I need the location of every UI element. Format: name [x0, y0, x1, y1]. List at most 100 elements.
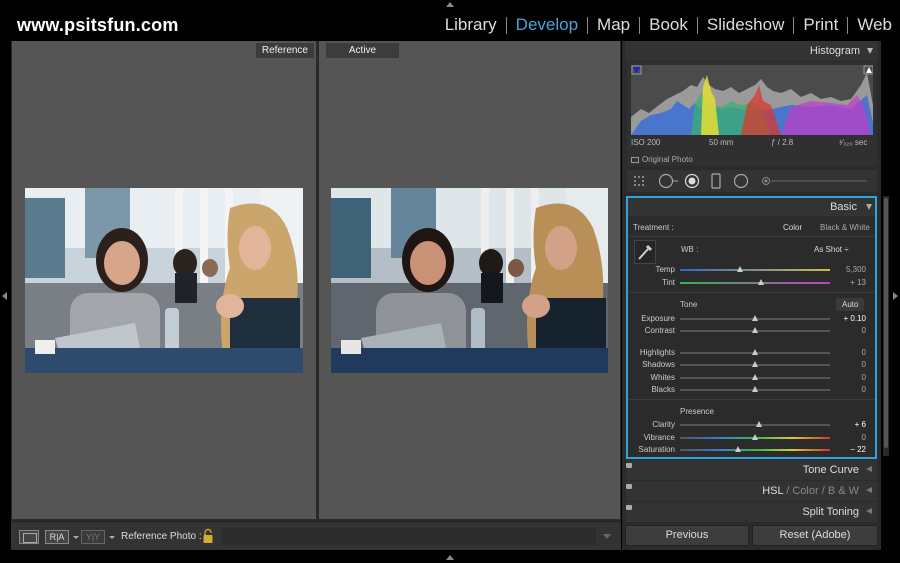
blacks-label: Blacks — [651, 385, 675, 394]
chevron-down-icon[interactable] — [109, 536, 115, 539]
aperture-value: ƒ / 2.8 — [771, 138, 794, 147]
whites-slider-knob[interactable] — [751, 374, 758, 380]
histogram-title: Histogram — [809, 45, 860, 57]
presence-label: Presence — [680, 407, 714, 416]
blacks-slider-knob[interactable] — [751, 386, 758, 392]
triangle-left-icon — [866, 466, 872, 472]
temp-slider-knob[interactable] — [736, 266, 743, 272]
photo-icon — [631, 156, 639, 163]
hsl-tabs: HSL / Color / B & W — [762, 485, 859, 497]
whites-value[interactable]: 0 — [826, 373, 866, 382]
panel-toggle-icon[interactable] — [626, 463, 632, 468]
histogram-panel: ISO 200 50 mm ƒ / 2.8 ¹⁄₃₂₀ sec Original… — [627, 62, 877, 166]
saturation-slider-track[interactable] — [680, 449, 830, 451]
reference-pane[interactable]: Reference — [12, 41, 316, 519]
clarity-slider-track[interactable] — [680, 424, 830, 426]
treatment-bw-button[interactable]: Black & White — [820, 223, 870, 232]
tint-slider-knob[interactable] — [757, 279, 764, 285]
loupe-view-button[interactable] — [19, 530, 39, 544]
treatment-color-button[interactable]: Color — [783, 223, 802, 232]
active-pane[interactable]: Active — [319, 41, 620, 519]
tool-strip — [627, 170, 877, 192]
reference-active-view-button[interactable]: R|A — [45, 530, 69, 544]
clarity-slider-knob[interactable] — [756, 421, 762, 427]
collapse-right-panel-icon[interactable] — [893, 292, 898, 300]
module-map[interactable]: Map — [588, 15, 639, 35]
tint-slider-track[interactable] — [680, 282, 830, 284]
exposure-value[interactable]: + 0.10 — [826, 314, 866, 323]
scrollbar-thumb[interactable] — [884, 198, 888, 448]
reference-label: Reference — [255, 43, 314, 58]
reference-photo-image — [25, 188, 303, 373]
reference-view-area: Reference Active R|A Y|Y Reference Photo… — [11, 41, 621, 550]
reference-photo — [25, 188, 303, 373]
contrast-slider-knob[interactable] — [751, 327, 758, 333]
saturation-slider-knob[interactable] — [735, 446, 741, 452]
tool-strip-icons — [634, 173, 867, 189]
triangle-left-icon — [866, 508, 872, 514]
highlights-slider-knob[interactable] — [751, 349, 758, 355]
basic-title: Basic — [830, 201, 857, 213]
lock-icon[interactable] — [202, 528, 214, 544]
collapse-bottom-panel-icon[interactable] — [446, 555, 454, 560]
contrast-value[interactable]: 0 — [826, 326, 866, 335]
split-toning-header[interactable]: Split Toning — [626, 502, 877, 522]
highlights-value[interactable]: 0 — [826, 348, 866, 357]
exposure-label: Exposure — [641, 314, 675, 323]
module-web[interactable]: Web — [848, 15, 892, 35]
view-toolbar: R|A Y|Y Reference Photo : — [11, 521, 621, 550]
lightroom-develop-window: www.psitsfun.com Library Develop Map Boo… — [0, 0, 900, 563]
active-photo — [331, 188, 608, 373]
hsl-tab[interactable]: HSL — [762, 485, 783, 497]
tone-curve-header[interactable]: Tone Curve — [626, 460, 877, 480]
shutter-value: ¹⁄₃₂₀ sec — [839, 138, 868, 147]
shadows-value[interactable]: 0 — [826, 360, 866, 369]
clarity-value[interactable]: + 6 — [826, 420, 866, 429]
module-print[interactable]: Print — [794, 15, 847, 35]
basic-header[interactable]: Basic — [628, 198, 875, 216]
triangle-down-icon — [867, 48, 873, 54]
whites-label: Whites — [650, 373, 675, 382]
reset-button[interactable]: Reset (Adobe) — [752, 525, 878, 546]
saturation-label: Saturation — [638, 445, 675, 454]
wb-select[interactable]: As Shot ÷ — [814, 245, 849, 254]
hsl-header[interactable]: HSL / Color / B & W — [626, 481, 877, 501]
collapse-top-panel-icon[interactable] — [446, 2, 454, 7]
before-after-view-button[interactable]: Y|Y — [81, 530, 105, 544]
tone-curve-title: Tone Curve — [802, 464, 859, 476]
toolbar-menu-icon[interactable] — [603, 534, 611, 539]
triangle-down-icon — [866, 204, 872, 210]
chevron-down-icon[interactable] — [73, 536, 79, 539]
tone-label: Tone — [680, 300, 698, 309]
vibrance-slider-knob[interactable] — [751, 434, 758, 440]
eyedropper-icon[interactable] — [634, 240, 656, 264]
exposure-slider-knob[interactable] — [751, 315, 758, 321]
bottom-buttons: Previous Reset (Adobe) — [622, 525, 881, 549]
module-book[interactable]: Book — [640, 15, 697, 35]
collapse-left-panel-icon[interactable] — [2, 292, 7, 300]
contrast-label: Contrast — [644, 326, 675, 335]
vibrance-value[interactable]: 0 — [826, 433, 866, 442]
wb-label: WB : — [681, 245, 699, 254]
panel-scrollbar[interactable] — [883, 196, 889, 456]
temp-slider-track[interactable] — [680, 269, 830, 271]
tint-value[interactable]: + 13 — [826, 278, 866, 287]
previous-button[interactable]: Previous — [625, 525, 749, 546]
temp-value[interactable]: 5,300 — [826, 265, 866, 274]
clarity-label: Clarity — [652, 420, 675, 429]
saturation-value[interactable]: − 22 — [826, 445, 866, 454]
brand-identity-plate: www.psitsfun.com — [17, 15, 179, 35]
panel-toggle-icon[interactable] — [626, 505, 632, 510]
blacks-value[interactable]: 0 — [826, 385, 866, 394]
active-label: Active — [326, 43, 399, 58]
bw-tab[interactable]: B & W — [828, 485, 859, 497]
module-slideshow[interactable]: Slideshow — [698, 15, 794, 35]
module-develop[interactable]: Develop — [507, 15, 587, 35]
module-library[interactable]: Library — [436, 15, 506, 35]
panel-toggle-icon[interactable] — [626, 484, 632, 489]
color-tab[interactable]: Color — [792, 485, 818, 497]
shadows-slider-knob[interactable] — [751, 361, 758, 367]
auto-tone-button[interactable]: Auto — [836, 298, 865, 311]
histogram-header[interactable]: Histogram — [625, 41, 878, 61]
histogram-graph[interactable] — [631, 65, 873, 135]
